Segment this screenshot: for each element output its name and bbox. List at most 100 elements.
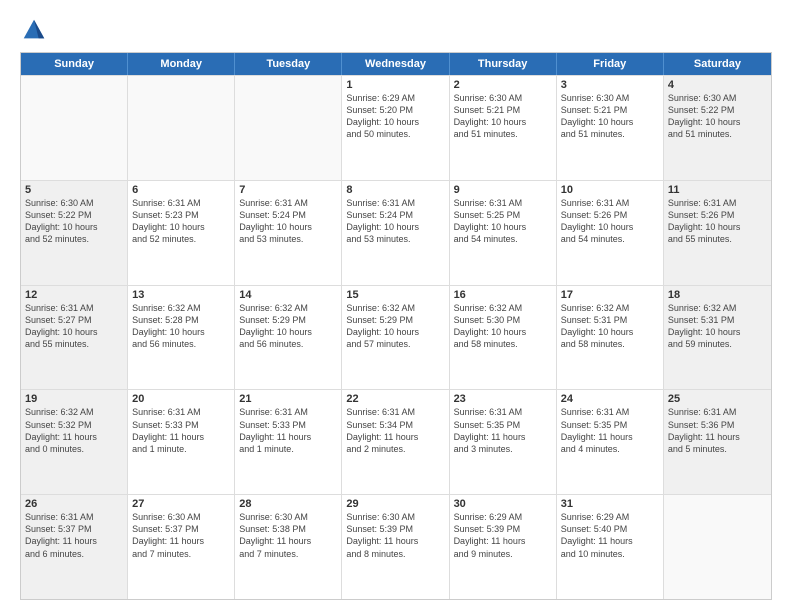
calendar-cell: 13Sunrise: 6:32 AM Sunset: 5:28 PM Dayli… <box>128 286 235 390</box>
day-info: Sunrise: 6:32 AM Sunset: 5:32 PM Dayligh… <box>25 406 123 455</box>
day-number: 18 <box>668 289 767 301</box>
calendar-cell <box>664 495 771 599</box>
calendar-cell <box>128 76 235 180</box>
calendar-cell: 20Sunrise: 6:31 AM Sunset: 5:33 PM Dayli… <box>128 390 235 494</box>
calendar-week-row: 26Sunrise: 6:31 AM Sunset: 5:37 PM Dayli… <box>21 494 771 599</box>
calendar-cell: 6Sunrise: 6:31 AM Sunset: 5:23 PM Daylig… <box>128 181 235 285</box>
day-number: 25 <box>668 393 767 405</box>
calendar-cell: 30Sunrise: 6:29 AM Sunset: 5:39 PM Dayli… <box>450 495 557 599</box>
calendar-cell: 26Sunrise: 6:31 AM Sunset: 5:37 PM Dayli… <box>21 495 128 599</box>
calendar-cell: 25Sunrise: 6:31 AM Sunset: 5:36 PM Dayli… <box>664 390 771 494</box>
logo-icon <box>20 16 48 44</box>
day-info: Sunrise: 6:29 AM Sunset: 5:20 PM Dayligh… <box>346 92 444 141</box>
day-info: Sunrise: 6:31 AM Sunset: 5:34 PM Dayligh… <box>346 406 444 455</box>
calendar-cell: 5Sunrise: 6:30 AM Sunset: 5:22 PM Daylig… <box>21 181 128 285</box>
day-number: 13 <box>132 289 230 301</box>
day-number: 28 <box>239 498 337 510</box>
calendar-header-cell: Thursday <box>450 53 557 75</box>
day-info: Sunrise: 6:32 AM Sunset: 5:31 PM Dayligh… <box>561 302 659 351</box>
day-number: 7 <box>239 184 337 196</box>
day-info: Sunrise: 6:31 AM Sunset: 5:37 PM Dayligh… <box>25 511 123 560</box>
calendar-week-row: 5Sunrise: 6:30 AM Sunset: 5:22 PM Daylig… <box>21 180 771 285</box>
calendar-week-row: 1Sunrise: 6:29 AM Sunset: 5:20 PM Daylig… <box>21 75 771 180</box>
day-number: 12 <box>25 289 123 301</box>
day-number: 5 <box>25 184 123 196</box>
calendar-cell: 23Sunrise: 6:31 AM Sunset: 5:35 PM Dayli… <box>450 390 557 494</box>
day-info: Sunrise: 6:30 AM Sunset: 5:22 PM Dayligh… <box>25 197 123 246</box>
day-info: Sunrise: 6:32 AM Sunset: 5:29 PM Dayligh… <box>239 302 337 351</box>
day-info: Sunrise: 6:31 AM Sunset: 5:27 PM Dayligh… <box>25 302 123 351</box>
day-number: 20 <box>132 393 230 405</box>
day-number: 3 <box>561 79 659 91</box>
calendar-cell: 24Sunrise: 6:31 AM Sunset: 5:35 PM Dayli… <box>557 390 664 494</box>
day-number: 29 <box>346 498 444 510</box>
calendar-week-row: 12Sunrise: 6:31 AM Sunset: 5:27 PM Dayli… <box>21 285 771 390</box>
day-number: 24 <box>561 393 659 405</box>
calendar-cell: 27Sunrise: 6:30 AM Sunset: 5:37 PM Dayli… <box>128 495 235 599</box>
calendar-header-cell: Sunday <box>21 53 128 75</box>
day-info: Sunrise: 6:31 AM Sunset: 5:36 PM Dayligh… <box>668 406 767 455</box>
day-number: 4 <box>668 79 767 91</box>
calendar-cell: 4Sunrise: 6:30 AM Sunset: 5:22 PM Daylig… <box>664 76 771 180</box>
day-info: Sunrise: 6:29 AM Sunset: 5:39 PM Dayligh… <box>454 511 552 560</box>
page-header <box>20 16 772 44</box>
calendar-cell: 19Sunrise: 6:32 AM Sunset: 5:32 PM Dayli… <box>21 390 128 494</box>
day-number: 14 <box>239 289 337 301</box>
day-info: Sunrise: 6:29 AM Sunset: 5:40 PM Dayligh… <box>561 511 659 560</box>
calendar-cell: 2Sunrise: 6:30 AM Sunset: 5:21 PM Daylig… <box>450 76 557 180</box>
day-info: Sunrise: 6:31 AM Sunset: 5:26 PM Dayligh… <box>668 197 767 246</box>
calendar-cell: 28Sunrise: 6:30 AM Sunset: 5:38 PM Dayli… <box>235 495 342 599</box>
day-info: Sunrise: 6:31 AM Sunset: 5:35 PM Dayligh… <box>561 406 659 455</box>
day-info: Sunrise: 6:30 AM Sunset: 5:37 PM Dayligh… <box>132 511 230 560</box>
day-info: Sunrise: 6:31 AM Sunset: 5:23 PM Dayligh… <box>132 197 230 246</box>
day-info: Sunrise: 6:31 AM Sunset: 5:25 PM Dayligh… <box>454 197 552 246</box>
calendar-cell: 21Sunrise: 6:31 AM Sunset: 5:33 PM Dayli… <box>235 390 342 494</box>
calendar-body: 1Sunrise: 6:29 AM Sunset: 5:20 PM Daylig… <box>21 75 771 599</box>
day-number: 31 <box>561 498 659 510</box>
day-number: 1 <box>346 79 444 91</box>
calendar-cell: 14Sunrise: 6:32 AM Sunset: 5:29 PM Dayli… <box>235 286 342 390</box>
day-info: Sunrise: 6:30 AM Sunset: 5:39 PM Dayligh… <box>346 511 444 560</box>
calendar-cell: 12Sunrise: 6:31 AM Sunset: 5:27 PM Dayli… <box>21 286 128 390</box>
calendar-header-cell: Wednesday <box>342 53 449 75</box>
day-info: Sunrise: 6:32 AM Sunset: 5:28 PM Dayligh… <box>132 302 230 351</box>
calendar-header-row: SundayMondayTuesdayWednesdayThursdayFrid… <box>21 53 771 75</box>
calendar-cell: 31Sunrise: 6:29 AM Sunset: 5:40 PM Dayli… <box>557 495 664 599</box>
calendar-cell: 22Sunrise: 6:31 AM Sunset: 5:34 PM Dayli… <box>342 390 449 494</box>
day-info: Sunrise: 6:30 AM Sunset: 5:38 PM Dayligh… <box>239 511 337 560</box>
day-number: 30 <box>454 498 552 510</box>
day-info: Sunrise: 6:30 AM Sunset: 5:22 PM Dayligh… <box>668 92 767 141</box>
day-number: 17 <box>561 289 659 301</box>
calendar-cell: 7Sunrise: 6:31 AM Sunset: 5:24 PM Daylig… <box>235 181 342 285</box>
day-number: 22 <box>346 393 444 405</box>
day-number: 15 <box>346 289 444 301</box>
day-info: Sunrise: 6:30 AM Sunset: 5:21 PM Dayligh… <box>561 92 659 141</box>
day-number: 19 <box>25 393 123 405</box>
day-number: 2 <box>454 79 552 91</box>
calendar-cell: 1Sunrise: 6:29 AM Sunset: 5:20 PM Daylig… <box>342 76 449 180</box>
logo <box>20 16 52 44</box>
day-info: Sunrise: 6:30 AM Sunset: 5:21 PM Dayligh… <box>454 92 552 141</box>
day-info: Sunrise: 6:32 AM Sunset: 5:29 PM Dayligh… <box>346 302 444 351</box>
day-info: Sunrise: 6:31 AM Sunset: 5:33 PM Dayligh… <box>239 406 337 455</box>
day-info: Sunrise: 6:31 AM Sunset: 5:24 PM Dayligh… <box>346 197 444 246</box>
day-number: 11 <box>668 184 767 196</box>
day-info: Sunrise: 6:32 AM Sunset: 5:31 PM Dayligh… <box>668 302 767 351</box>
day-number: 16 <box>454 289 552 301</box>
calendar-cell: 29Sunrise: 6:30 AM Sunset: 5:39 PM Dayli… <box>342 495 449 599</box>
day-info: Sunrise: 6:31 AM Sunset: 5:24 PM Dayligh… <box>239 197 337 246</box>
calendar-cell: 15Sunrise: 6:32 AM Sunset: 5:29 PM Dayli… <box>342 286 449 390</box>
calendar-cell: 10Sunrise: 6:31 AM Sunset: 5:26 PM Dayli… <box>557 181 664 285</box>
calendar-week-row: 19Sunrise: 6:32 AM Sunset: 5:32 PM Dayli… <box>21 389 771 494</box>
day-info: Sunrise: 6:31 AM Sunset: 5:26 PM Dayligh… <box>561 197 659 246</box>
day-number: 23 <box>454 393 552 405</box>
calendar-cell <box>235 76 342 180</box>
calendar-header-cell: Tuesday <box>235 53 342 75</box>
day-number: 21 <box>239 393 337 405</box>
calendar-header-cell: Monday <box>128 53 235 75</box>
day-info: Sunrise: 6:31 AM Sunset: 5:33 PM Dayligh… <box>132 406 230 455</box>
calendar-cell: 16Sunrise: 6:32 AM Sunset: 5:30 PM Dayli… <box>450 286 557 390</box>
day-number: 27 <box>132 498 230 510</box>
calendar-cell: 18Sunrise: 6:32 AM Sunset: 5:31 PM Dayli… <box>664 286 771 390</box>
calendar-header-cell: Saturday <box>664 53 771 75</box>
